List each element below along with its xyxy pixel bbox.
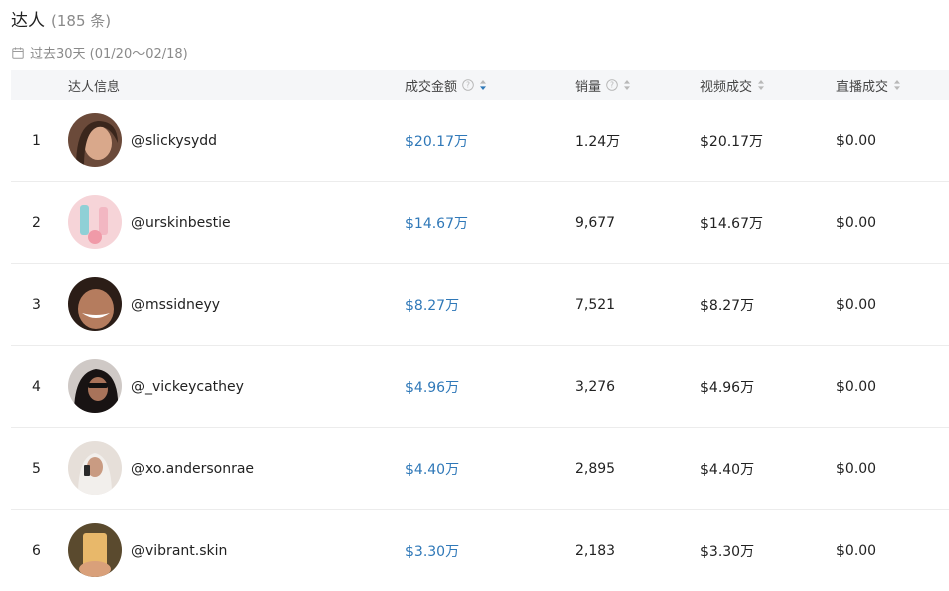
- gmv-value: $3.30万: [405, 543, 460, 560]
- page-title: 达人 (185 条): [11, 6, 111, 31]
- date-range-text: 过去30天 (01/20～02/18): [30, 47, 188, 62]
- column-video-gmv-label: 视频成交: [700, 79, 753, 95]
- help-icon[interactable]: ?: [606, 79, 618, 91]
- table-row[interactable]: 3 @mssidneyy $8.27万 7,521 $8.27万 $0.00: [11, 264, 949, 346]
- video-gmv-value: $4.40万: [700, 461, 755, 478]
- table-row[interactable]: 5 @xo.andersonrae $4.40万 2,895 $4.40万 $0…: [11, 428, 949, 510]
- column-live-gmv-label: 直播成交: [836, 79, 889, 95]
- date-range-picker[interactable]: 过去30天 (01/20～02/18): [12, 43, 188, 62]
- rank-number: 1: [32, 132, 41, 149]
- avatar[interactable]: [68, 441, 122, 495]
- table-row[interactable]: 4 @_vickeycathey $4.96万 3,276 $4.96万 $0.…: [11, 346, 949, 428]
- column-influencer-label: 达人信息: [68, 79, 121, 95]
- title-text: 达人: [11, 11, 45, 31]
- avatar[interactable]: [68, 359, 122, 413]
- rank-number: 4: [32, 378, 41, 395]
- influencer-table: 达人信息 成交金额 ? 销量 ? 视频成交 直播成交 1 @slickysydd…: [11, 70, 949, 591]
- video-gmv-value: $4.96万: [700, 379, 755, 396]
- column-gmv[interactable]: 成交金额 ?: [405, 70, 487, 100]
- video-gmv-value: $8.27万: [700, 297, 755, 314]
- live-gmv-value: $0.00: [836, 132, 877, 149]
- sort-icon[interactable]: [893, 79, 901, 91]
- svg-text:?: ?: [466, 81, 470, 90]
- gmv-value: $4.96万: [405, 379, 460, 396]
- sales-value: 9,677: [575, 214, 616, 231]
- help-icon[interactable]: ?: [462, 79, 474, 91]
- avatar[interactable]: [68, 277, 122, 331]
- table-row[interactable]: 6 @vibrant.skin $3.30万 2,183 $3.30万 $0.0…: [11, 510, 949, 591]
- table-row[interactable]: 1 @slickysydd $20.17万 1.24万 $20.17万 $0.0…: [11, 100, 949, 182]
- live-gmv-value: $0.00: [836, 460, 877, 477]
- sales-value: 2,183: [575, 542, 616, 559]
- column-influencer: 达人信息: [68, 70, 120, 100]
- sales-value: 1.24万: [575, 133, 621, 150]
- sort-icon[interactable]: [623, 79, 631, 91]
- svg-text:?: ?: [610, 81, 614, 90]
- gmv-value: $4.40万: [405, 461, 460, 478]
- column-video-gmv[interactable]: 视频成交: [700, 70, 765, 100]
- calendar-icon: [12, 47, 24, 59]
- sales-value: 7,521: [575, 296, 616, 313]
- rank-number: 5: [32, 460, 41, 477]
- gmv-value: $8.27万: [405, 297, 460, 314]
- influencer-handle[interactable]: @_vickeycathey: [131, 346, 244, 427]
- rank-number: 2: [32, 214, 41, 231]
- column-gmv-label: 成交金额: [405, 79, 458, 95]
- avatar[interactable]: [68, 113, 122, 167]
- avatar[interactable]: [68, 523, 122, 577]
- live-gmv-value: $0.00: [836, 296, 877, 313]
- video-gmv-value: $3.30万: [700, 543, 755, 560]
- influencer-handle[interactable]: @xo.andersonrae: [131, 428, 254, 509]
- rank-number: 3: [32, 296, 41, 313]
- influencer-handle[interactable]: @slickysydd: [131, 100, 217, 181]
- influencer-handle[interactable]: @vibrant.skin: [131, 510, 227, 591]
- live-gmv-value: $0.00: [836, 542, 877, 559]
- sales-value: 2,895: [575, 460, 616, 477]
- column-sales-label: 销量: [575, 79, 602, 95]
- sales-value: 3,276: [575, 378, 616, 395]
- table-header: 达人信息 成交金额 ? 销量 ? 视频成交 直播成交: [11, 70, 949, 100]
- live-gmv-value: $0.00: [836, 378, 877, 395]
- influencer-panel: 达人 (185 条) 过去30天 (01/20～02/18) 达人信息 成交金额 …: [0, 0, 949, 584]
- gmv-value: $14.67万: [405, 215, 468, 232]
- video-gmv-value: $20.17万: [700, 133, 763, 150]
- table-row[interactable]: 2 @urskinbestie $14.67万 9,677 $14.67万 $0…: [11, 182, 949, 264]
- sort-icon[interactable]: [479, 79, 487, 91]
- video-gmv-value: $14.67万: [700, 215, 763, 232]
- live-gmv-value: $0.00: [836, 214, 877, 231]
- gmv-value: $20.17万: [405, 133, 468, 150]
- sort-icon[interactable]: [757, 79, 765, 91]
- result-count: (185 条): [51, 12, 112, 30]
- avatar[interactable]: [68, 195, 122, 249]
- column-sales[interactable]: 销量 ?: [575, 70, 631, 100]
- influencer-handle[interactable]: @urskinbestie: [131, 182, 231, 263]
- rank-number: 6: [32, 542, 41, 559]
- influencer-handle[interactable]: @mssidneyy: [131, 264, 220, 345]
- column-live-gmv[interactable]: 直播成交: [836, 70, 901, 100]
